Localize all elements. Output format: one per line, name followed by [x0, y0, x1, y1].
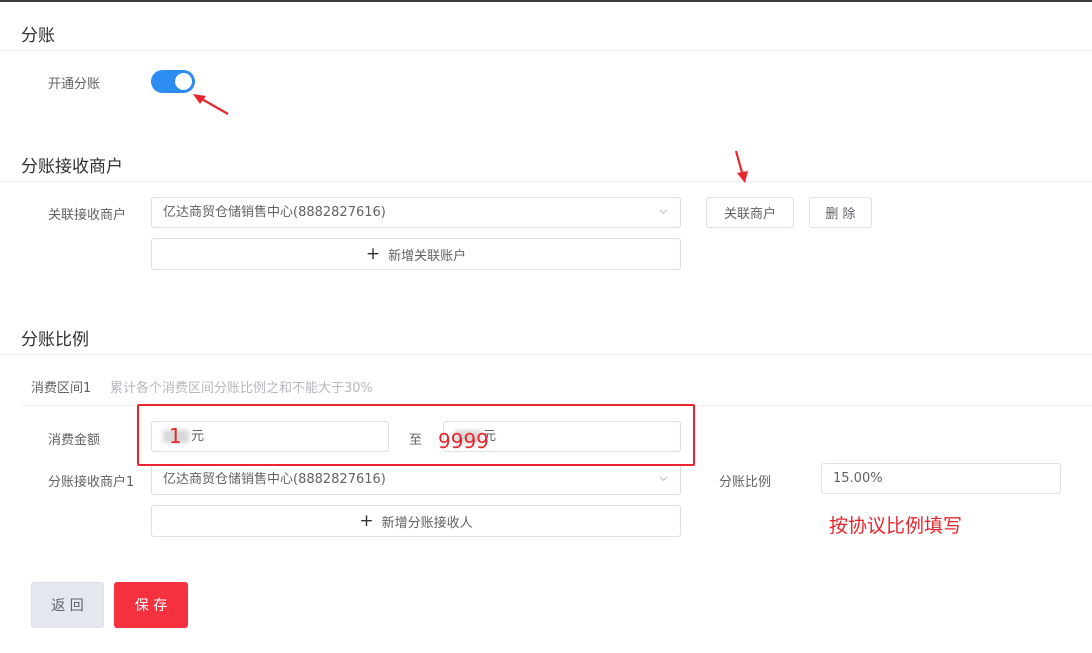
receiver-1-label: 分账接收商户1 [48, 475, 135, 490]
divider [0, 354, 1092, 355]
annotation-arrow-icon [734, 150, 748, 183]
section-title-ratio: 分账比例 [21, 330, 89, 350]
annotation-from-value: 1 [169, 424, 182, 448]
amount-label: 消费金额 [48, 433, 101, 448]
save-button[interactable]: 保 存 [114, 582, 188, 628]
delete-button[interactable]: 删 除 [809, 197, 872, 228]
plus-icon: + [359, 510, 374, 531]
add-linked-account-label: 新增关联账户 [388, 248, 467, 264]
range-hint: 累计各个消费区间分账比例之和不能大于30% [110, 381, 373, 396]
link-merchant-button[interactable]: 关联商户 [706, 197, 794, 228]
add-split-receiver-button[interactable]: + 新增分账接收人 [151, 505, 681, 537]
range-label: 消费区间1 [31, 381, 92, 396]
divider [0, 50, 1092, 51]
enable-split-toggle[interactable] [151, 70, 195, 93]
linked-receiver-select[interactable]: 亿达商贸仓储销售中心(8882827616) [151, 197, 681, 228]
top-border [0, 0, 1092, 2]
chevron-down-icon [659, 209, 668, 215]
annotation-to-value: 9999 [438, 429, 489, 453]
annotation-highlight-box [137, 404, 695, 466]
ratio-input[interactable]: 15.00% [821, 463, 1061, 494]
receiver-1-value: 亿达商贸仓储销售中心(8882827616) [163, 472, 386, 487]
annotation-arrow-icon [193, 94, 229, 115]
chevron-down-icon [659, 476, 668, 482]
receiver-1-select[interactable]: 亿达商贸仓储销售中心(8882827616) [151, 464, 681, 495]
plus-icon: + [365, 243, 381, 264]
annotation-ratio-note: 按协议比例填写 [829, 515, 963, 537]
divider [0, 181, 1092, 182]
add-split-receiver-label: 新增分账接收人 [381, 515, 473, 531]
back-button[interactable]: 返 回 [31, 582, 104, 628]
section-title-split: 分账 [21, 26, 55, 46]
enable-split-label: 开通分账 [48, 77, 101, 92]
add-linked-account-button[interactable]: + 新增关联账户 [151, 238, 681, 270]
linked-receiver-value: 亿达商贸仓储销售中心(8882827616) [163, 205, 386, 220]
section-title-receivers: 分账接收商户 [21, 157, 123, 177]
ratio-label: 分账比例 [719, 475, 772, 490]
linked-receiver-label: 关联接收商户 [48, 208, 127, 223]
